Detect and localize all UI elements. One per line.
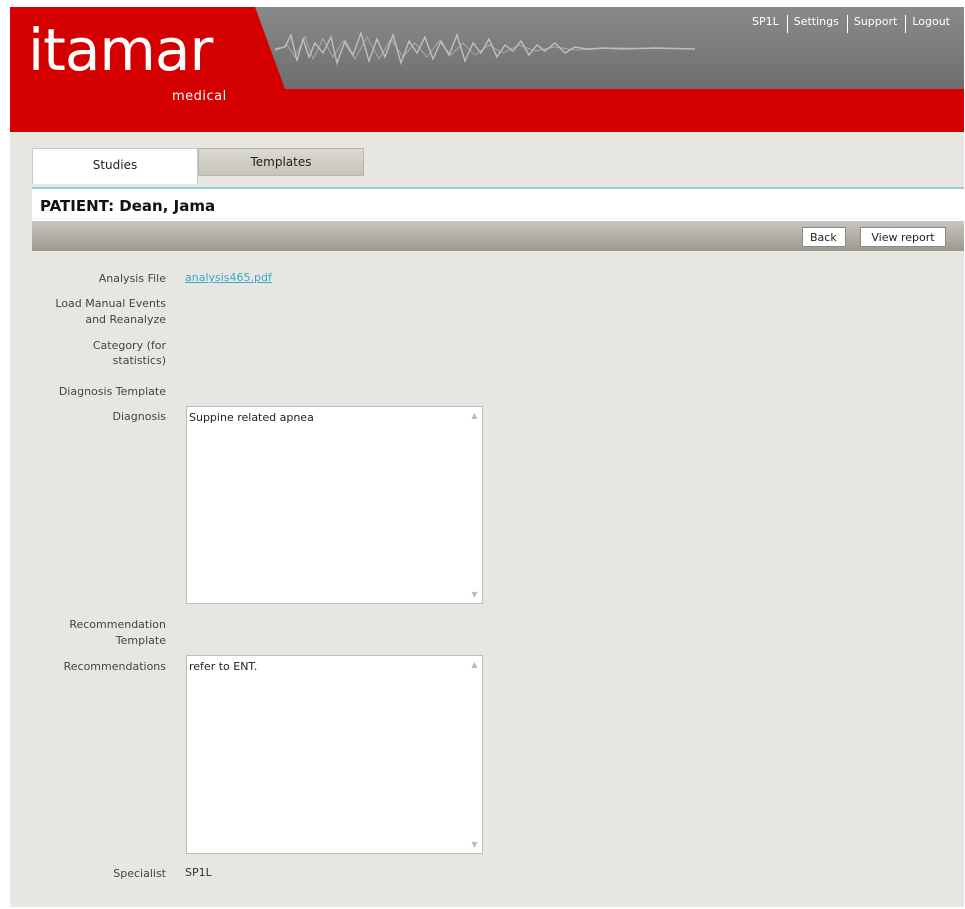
category-label-line1: Category (for [92,339,166,352]
waveform-graphic [275,30,695,66]
app-frame: itamar medical SP1L Settings Support Log… [10,7,964,907]
top-navigation: SP1L Settings Support Logout [746,15,958,33]
specialist-value: SP1L [185,866,212,879]
recommendations-label: Recommendations [63,660,166,673]
scroll-down-icon[interactable]: ▼ [470,840,479,849]
tab-studies[interactable]: Studies [32,148,198,184]
category-label-line2: statistics) [112,354,166,367]
logo-subtitle: medical [172,89,227,104]
itamar-logo: itamar [28,16,213,84]
diagnosis-text: Suppine related apnea [189,411,314,424]
view-report-button[interactable]: View report [860,227,946,247]
scroll-down-icon[interactable]: ▼ [470,590,479,599]
scroll-up-icon[interactable]: ▲ [470,660,479,669]
header: itamar medical SP1L Settings Support Log… [10,7,964,132]
recommendation-template-label-line2: Template [115,634,166,647]
settings-link[interactable]: Settings [786,15,847,33]
specialist-label: Specialist [113,867,166,880]
recommendations-text: refer to ENT. [189,660,258,673]
diagnosis-label: Diagnosis [112,410,166,423]
diagnosis-template-label: Diagnosis Template [58,385,166,398]
analysis-file-label: Analysis File [98,272,166,285]
load-manual-label-line1: Load Manual Events [55,297,166,310]
support-link[interactable]: Support [846,15,905,33]
back-button[interactable]: Back [802,227,846,247]
tab-bar: Studies Templates [32,148,364,184]
logout-link[interactable]: Logout [905,15,958,33]
load-manual-label-line2: and Reanalyze [85,313,166,326]
diagnosis-textarea[interactable]: Suppine related apnea ▲ ▼ [186,406,483,604]
action-toolbar: Back View report [32,221,964,251]
patient-header: PATIENT: Dean, Jama [32,189,964,221]
recommendations-textarea[interactable]: refer to ENT. ▲ ▼ [186,655,483,854]
user-link[interactable]: SP1L [746,15,787,33]
analysis-file-link[interactable]: analysis465.pdf [185,271,272,284]
diagnosis-scrollbar[interactable]: ▲ ▼ [467,407,482,603]
tab-templates[interactable]: Templates [198,148,364,176]
recommendation-template-label-line1: Recommendation [69,618,166,631]
recommendations-scrollbar[interactable]: ▲ ▼ [467,656,482,853]
page-title: PATIENT: Dean, Jama [40,197,216,215]
scroll-up-icon[interactable]: ▲ [470,411,479,420]
